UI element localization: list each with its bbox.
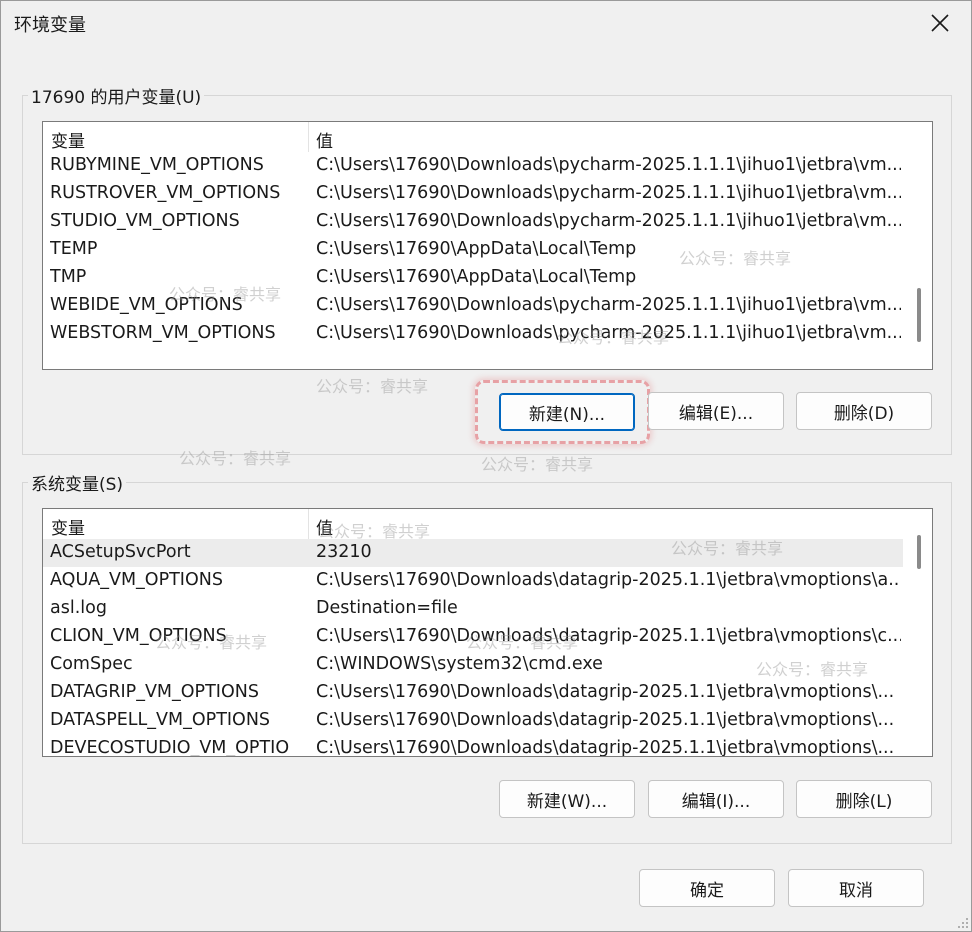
table-row[interactable]: RUBYMINE_VM_OPTIONS C:\Users\17690\Downlo…	[43, 152, 903, 180]
list-header: 变量 值	[43, 509, 903, 539]
window-title: 环境变量	[14, 15, 86, 36]
table-row[interactable]: asl.log Destination=file	[43, 595, 903, 623]
scrollbar-thumb[interactable]	[917, 535, 921, 569]
table-row[interactable]: WEBIDE_VM_OPTIONS C:\Users\17690\Download…	[43, 292, 903, 320]
table-row[interactable]: ComSpec C:\WINDOWS\system32\cmd.exe	[43, 651, 903, 679]
variable-value-cell: C:\Users\17690\Downloads\datagrip-2025.1…	[316, 710, 895, 730]
variable-name-cell: DEVECOSTUDIO_VM_OPTIO	[50, 738, 290, 757]
variable-value-cell: C:\Users\17690\Downloads\datagrip-2025.1…	[316, 626, 901, 646]
system-variable-rows: ACSetupSvcPort 23210 AQUA_VM_OPTIONS C:\Use…	[43, 539, 903, 757]
table-row[interactable]: ACSetupSvcPort 23210	[43, 539, 903, 567]
user-delete-button[interactable]: 删除(D)	[796, 392, 932, 430]
system-list-scrollbar[interactable]	[906, 509, 932, 756]
user-list-scrollbar[interactable]	[906, 122, 932, 369]
ok-button[interactable]: 确定	[639, 869, 775, 907]
variable-name-cell: STUDIO_VM_OPTIONS	[50, 211, 240, 231]
environment-variables-dialog: 环境变量 17690 的用户变量(U) 变量 值 RUBYMINE_VM_OPT…	[0, 0, 972, 932]
variable-value-cell: C:\Users\17690\Downloads\pycharm-2025.1.…	[316, 323, 901, 343]
variable-name-cell: AQUA_VM_OPTIONS	[50, 570, 223, 590]
resize-grip-icon[interactable]	[955, 915, 969, 929]
variable-value-cell: 23210	[316, 542, 372, 562]
variable-value-cell: C:\Users\17690\Downloads\datagrip-2025.1…	[316, 738, 895, 757]
variable-name-cell: TMP	[50, 267, 87, 287]
column-divider[interactable]	[308, 509, 309, 539]
variable-name-cell: ACSetupSvcPort	[50, 542, 191, 562]
user-variables-label: 17690 的用户变量(U)	[28, 83, 205, 108]
table-row[interactable]: TEMP C:\Users\17690\AppData\Local\Temp	[43, 236, 903, 264]
cancel-button[interactable]: 取消	[788, 869, 924, 907]
user-variables-list[interactable]: 变量 值 RUBYMINE_VM_OPTIONS C:\Users\17690\D…	[42, 121, 933, 370]
variable-name-cell: asl.log	[50, 598, 107, 618]
variable-value-cell: C:\WINDOWS\system32\cmd.exe	[316, 654, 603, 674]
system-variables-list[interactable]: 变量 值 ACSetupSvcPort 23210 AQUA_VM_OPTIONS C…	[42, 508, 933, 757]
column-header-value[interactable]: 值	[316, 127, 333, 152]
user-new-button[interactable]: 新建(N)...	[499, 393, 635, 431]
close-icon	[931, 14, 949, 32]
table-row[interactable]: DATASPELL_VM_OPTIONS C:\Users\17690\Downl…	[43, 707, 903, 735]
variable-value-cell: C:\Users\17690\Downloads\datagrip-2025.1…	[316, 570, 901, 590]
variable-value-cell: Destination=file	[316, 598, 458, 618]
user-edit-button[interactable]: 编辑(E)...	[648, 392, 784, 430]
table-row[interactable]: RUSTROVER_VM_OPTIONS C:\Users\17690\Downl…	[43, 180, 903, 208]
variable-value-cell: C:\Users\17690\AppData\Local\Temp	[316, 239, 637, 259]
variable-name-cell: DATASPELL_VM_OPTIONS	[50, 710, 271, 730]
scrollbar-thumb[interactable]	[917, 288, 921, 342]
variable-name-cell: TEMP	[50, 239, 98, 259]
table-row[interactable]: DATAGRIP_VM_OPTIONS C:\Users\17690\Downlo…	[43, 679, 903, 707]
variable-value-cell: C:\Users\17690\Downloads\pycharm-2025.1.…	[316, 155, 901, 175]
column-header-value[interactable]: 值	[316, 514, 333, 539]
table-row[interactable]: WEBSTORM_VM_OPTIONS C:\Users\17690\Downlo…	[43, 320, 903, 348]
variable-value-cell: C:\Users\17690\Downloads\datagrip-2025.1…	[316, 682, 895, 702]
system-delete-button[interactable]: 删除(L)	[796, 780, 932, 818]
variable-value-cell: C:\Users\17690\AppData\Local\Temp	[316, 267, 637, 287]
variable-name-cell: CLION_VM_OPTIONS	[50, 626, 227, 646]
system-variables-label: 系统变量(S)	[28, 470, 127, 495]
variable-name-cell: RUBYMINE_VM_OPTIONS	[50, 155, 264, 175]
variable-name-cell: DATAGRIP_VM_OPTIONS	[50, 682, 259, 702]
column-divider[interactable]	[308, 122, 309, 152]
table-row[interactable]: DEVECOSTUDIO_VM_OPTIO C:\Users\17690\Down…	[43, 735, 903, 757]
variable-value-cell: C:\Users\17690\Downloads\pycharm-2025.1.…	[316, 183, 901, 203]
close-button[interactable]	[917, 5, 963, 41]
variable-value-cell: C:\Users\17690\Downloads\pycharm-2025.1.…	[316, 211, 901, 231]
column-header-variable[interactable]: 变量	[51, 514, 85, 539]
column-header-variable[interactable]: 变量	[51, 127, 85, 152]
title-bar: 环境变量	[1, 1, 971, 45]
variable-name-cell: WEBSTORM_VM_OPTIONS	[50, 323, 276, 343]
system-new-button[interactable]: 新建(W)...	[499, 780, 635, 818]
list-header: 变量 值	[43, 122, 903, 152]
table-row[interactable]: TMP C:\Users\17690\AppData\Local\Temp	[43, 264, 903, 292]
table-row[interactable]: AQUA_VM_OPTIONS C:\Users\17690\Downloads\…	[43, 567, 903, 595]
table-row[interactable]: STUDIO_VM_OPTIONS C:\Users\17690\Download…	[43, 208, 903, 236]
user-variable-rows: RUBYMINE_VM_OPTIONS C:\Users\17690\Downlo…	[43, 152, 903, 348]
table-row[interactable]: CLION_VM_OPTIONS C:\Users\17690\Downloads…	[43, 623, 903, 651]
variable-name-cell: WEBIDE_VM_OPTIONS	[50, 295, 243, 315]
variable-name-cell: ComSpec	[50, 654, 133, 674]
variable-name-cell: RUSTROVER_VM_OPTIONS	[50, 183, 281, 203]
system-edit-button[interactable]: 编辑(I)...	[648, 780, 784, 818]
variable-value-cell: C:\Users\17690\Downloads\pycharm-2025.1.…	[316, 295, 901, 315]
